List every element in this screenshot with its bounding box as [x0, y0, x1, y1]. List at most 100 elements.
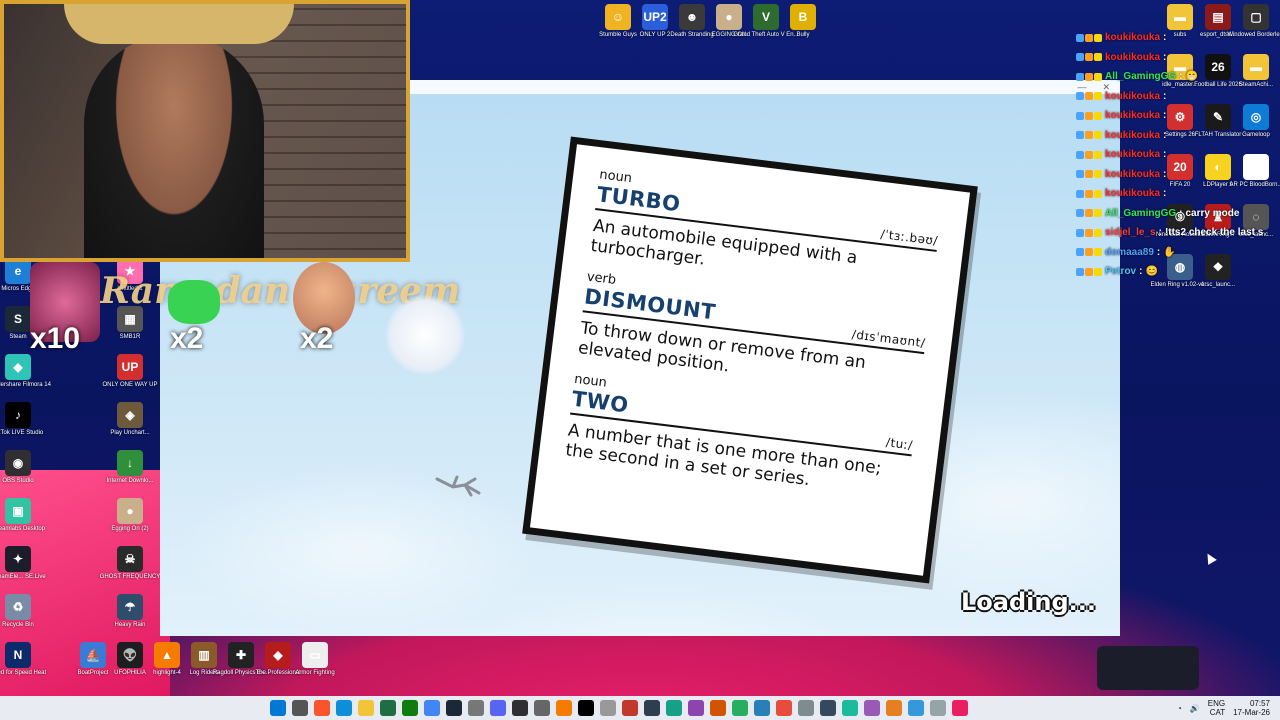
badge-icon: [1076, 72, 1084, 81]
desktop-shortcut[interactable]: ▭ Armor Fighting: [295, 642, 335, 677]
app-icon-3[interactable]: [644, 700, 660, 716]
chat-username: koukikouka: [1105, 188, 1161, 200]
chat-username: koukikouka: [1105, 129, 1161, 141]
settings-icon[interactable]: [534, 700, 550, 716]
nfs-icon: N: [5, 642, 31, 668]
badge-icon: [1076, 33, 1084, 42]
chrome-icon[interactable]: [424, 700, 440, 716]
badge-icon: [1085, 170, 1093, 179]
desktop-shortcut-label: TikTok LIVE Studio: [0, 430, 44, 436]
xbox-icon[interactable]: [402, 700, 418, 716]
app-icon-11[interactable]: [820, 700, 836, 716]
badge-icon: [1076, 131, 1084, 140]
desktop-shortcut[interactable]: ◈ Play Unchart...: [110, 402, 150, 437]
desktop-shortcut[interactable]: N Need for Speed Heat: [0, 642, 46, 677]
desktop-shortcut[interactable]: ♻ Recycle Bin: [0, 594, 38, 629]
app-icon-17[interactable]: [952, 700, 968, 716]
volume-icon[interactable]: 🔊: [1190, 704, 1200, 713]
app-icon-2[interactable]: [600, 700, 616, 716]
heavy-rain-icon: ☂: [117, 594, 143, 620]
desktop-shortcut[interactable]: UP ONLY ONE WAY UP: [103, 354, 158, 389]
chat-username: sidjel_le_s: [1105, 227, 1156, 239]
badge-icon: [1085, 33, 1093, 42]
desktop-shortcut[interactable]: ♪ TikTok LIVE Studio: [0, 402, 43, 437]
chat-separator: :: [1163, 188, 1167, 200]
app-icon-6[interactable]: [710, 700, 726, 716]
app-icon-9[interactable]: [776, 700, 792, 716]
obs-icon[interactable]: [512, 700, 528, 716]
ghost-icon: ☠: [117, 546, 143, 572]
chat-badges: [1076, 170, 1102, 179]
app-icon-5[interactable]: [688, 700, 704, 716]
app-icon-4[interactable]: [666, 700, 682, 716]
bully-icon: B: [790, 4, 816, 30]
app-icon-15[interactable]: [908, 700, 924, 716]
app-icon-12[interactable]: [842, 700, 858, 716]
phonetic: /tuː/: [885, 435, 914, 453]
tiktok-icon[interactable]: [578, 700, 594, 716]
chat-text: ✋: [1163, 246, 1176, 258]
wifi-icon[interactable]: ◔: [1177, 704, 1182, 713]
desktop-shortcut[interactable]: ◉ OBS Studio: [0, 450, 38, 485]
desktop-shortcut-label: Wondershare Filmora 14: [0, 382, 51, 388]
chat-username: All_GamingGG: [1105, 207, 1177, 219]
chat-message: Petrov : 😊: [1076, 262, 1276, 282]
app-icon-10[interactable]: [798, 700, 814, 716]
badge-icon: [1085, 53, 1093, 62]
desktop-shortcut[interactable]: ▲ highlight-4: [147, 642, 187, 677]
windows-start-icon[interactable]: [270, 700, 286, 716]
app-icon[interactable]: [468, 700, 484, 716]
excel-icon[interactable]: [380, 700, 396, 716]
desktop-shortcut[interactable]: ● Egging On (2): [110, 498, 150, 533]
brave-icon[interactable]: [314, 700, 330, 716]
vlc-icon[interactable]: [556, 700, 572, 716]
desktop-shortcut[interactable]: ☠ GHOST FREQUENCY: [100, 546, 160, 581]
desktop-shortcut-label: Need for Speed Heat: [0, 670, 47, 676]
overlay-avatar-truck: [385, 295, 465, 375]
desktop-shortcut[interactable]: ◆ The Professional: [255, 642, 301, 677]
desktop-shortcut[interactable]: V Grand Theft Auto V En...: [733, 4, 799, 39]
chat-message: koukikouka :: [1076, 126, 1276, 146]
discord-icon[interactable]: [490, 700, 506, 716]
clock-time: 07:57: [1249, 699, 1270, 708]
desktop-shortcut-label: Egging On (2): [111, 526, 149, 532]
egg-icon-2: ●: [117, 498, 143, 524]
desktop-shortcut-label: StreamEle... SE.Live: [0, 574, 46, 580]
gta-icon: V: [753, 4, 779, 30]
media-icon[interactable]: [622, 700, 638, 716]
desktop-shortcut[interactable]: ☂ Heavy Rain: [110, 594, 150, 629]
desktop-shortcut[interactable]: ▣ Streamlabs Desktop: [0, 498, 45, 533]
desktop-shortcut-label: Armor Fighting: [295, 670, 335, 676]
edge-icon[interactable]: [336, 700, 352, 716]
desktop-shortcut-label: ONLY UP 2: [639, 32, 671, 38]
chat-message: All_GamingGG : carry mode: [1076, 204, 1276, 224]
badge-icon: [1076, 92, 1084, 101]
steam-icon[interactable]: [446, 700, 462, 716]
language-indicator[interactable]: ENG CAT: [1208, 699, 1225, 717]
app-icon-8[interactable]: [754, 700, 770, 716]
app-icon-13[interactable]: [864, 700, 880, 716]
desktop-shortcut[interactable]: ☻ Death Stranding: [670, 4, 714, 39]
app-icon-14[interactable]: [886, 700, 902, 716]
badge-icon: [1085, 189, 1093, 198]
clock-date: 17-Mar-26: [1233, 708, 1270, 717]
app-icon-7[interactable]: [732, 700, 748, 716]
desktop-shortcut[interactable]: ☺ Stumble Guys: [598, 4, 638, 39]
file-explorer-icon[interactable]: [358, 700, 374, 716]
clock[interactable]: 07:57 17-Mar-26: [1233, 699, 1270, 717]
streamer-hat: [64, 4, 294, 44]
tray-overflow-popup[interactable]: [1097, 646, 1199, 690]
desktop-shortcut[interactable]: B Bully: [783, 4, 823, 39]
chat-text: 😁: [1185, 71, 1198, 83]
desktop-shortcut[interactable]: ✦ StreamEle... SE.Live: [0, 546, 46, 581]
desktop-shortcut[interactable]: ◆ Wondershare Filmora 14: [0, 354, 51, 389]
desktop-shortcut[interactable]: UP2 ONLY UP 2: [635, 4, 675, 39]
search-icon[interactable]: [292, 700, 308, 716]
desktop-shortcut-label: ONLY ONE WAY UP: [102, 382, 158, 388]
app-icon-16[interactable]: [930, 700, 946, 716]
chat-separator: :: [1179, 207, 1183, 219]
desktop-shortcut[interactable]: ↓ Internet Downlo...: [106, 450, 154, 485]
chat-badges: [1076, 131, 1102, 140]
desktop-shortcut[interactable]: 👽 UFOPHILIA: [110, 642, 150, 677]
desktop-shortcut[interactable]: ⛵ BoatProject: [73, 642, 113, 677]
